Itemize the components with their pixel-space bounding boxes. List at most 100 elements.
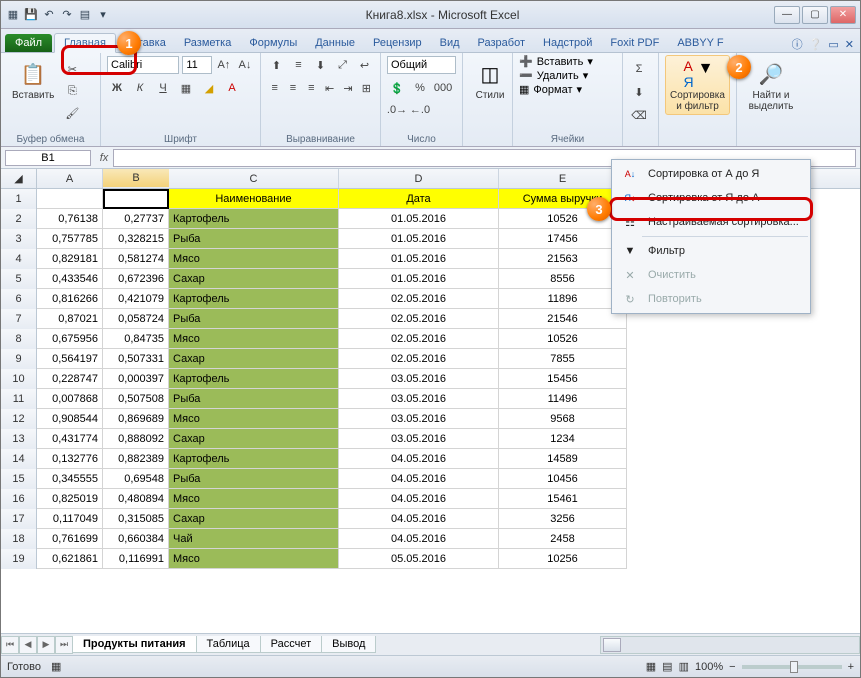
cell[interactable]: 0,829181 bbox=[37, 249, 103, 269]
sheet-tab-1[interactable]: Продукты питания bbox=[72, 636, 197, 653]
cell[interactable]: 10456 bbox=[499, 469, 627, 489]
undo-icon[interactable]: ↶ bbox=[41, 7, 57, 23]
cell[interactable]: 0,869689 bbox=[103, 409, 169, 429]
cell[interactable]: 8556 bbox=[499, 269, 627, 289]
row-header[interactable]: 9 bbox=[1, 349, 37, 369]
row-header[interactable]: 6 bbox=[1, 289, 37, 309]
cell[interactable]: 03.05.2016 bbox=[339, 389, 499, 409]
active-cell[interactable] bbox=[103, 189, 169, 209]
cell[interactable]: Мясо bbox=[169, 329, 339, 349]
cell[interactable]: 01.05.2016 bbox=[339, 269, 499, 289]
redo-icon[interactable]: ↷ bbox=[59, 7, 75, 23]
delete-cells-button[interactable]: ➖Удалить ▾ bbox=[519, 69, 588, 82]
cell[interactable]: 03.05.2016 bbox=[339, 369, 499, 389]
cell[interactable]: 10256 bbox=[499, 549, 627, 569]
row-header[interactable]: 1 bbox=[1, 189, 37, 209]
cell[interactable]: Картофель bbox=[169, 289, 339, 309]
row-header[interactable]: 17 bbox=[1, 509, 37, 529]
cell[interactable]: 0,116991 bbox=[103, 549, 169, 569]
col-header-e[interactable]: E bbox=[499, 169, 627, 188]
cell[interactable]: Рыба bbox=[169, 389, 339, 409]
underline-button[interactable]: Ч bbox=[153, 78, 173, 98]
cell[interactable]: 03.05.2016 bbox=[339, 409, 499, 429]
cell[interactable]: 0,87021 bbox=[37, 309, 103, 329]
cell[interactable]: Рыба bbox=[169, 469, 339, 489]
view-layout-icon[interactable]: ▤ bbox=[662, 660, 672, 673]
tab-file[interactable]: Файл bbox=[5, 34, 52, 52]
zoom-out-icon[interactable]: − bbox=[729, 661, 735, 673]
font-color-icon[interactable]: A bbox=[222, 78, 242, 98]
cell[interactable]: Картофель bbox=[169, 209, 339, 229]
row-header[interactable]: 3 bbox=[1, 229, 37, 249]
cell[interactable]: Чай bbox=[169, 529, 339, 549]
bold-button[interactable]: Ж bbox=[107, 78, 127, 98]
sheet-tab-4[interactable]: Вывод bbox=[321, 636, 376, 653]
cell[interactable]: 0,757785 bbox=[37, 229, 103, 249]
col-header-c[interactable]: C bbox=[169, 169, 339, 188]
cell[interactable]: 10526 bbox=[499, 329, 627, 349]
cell[interactable]: 11496 bbox=[499, 389, 627, 409]
row-header[interactable]: 19 bbox=[1, 549, 37, 569]
horizontal-scrollbar[interactable] bbox=[600, 636, 860, 654]
row-header[interactable]: 2 bbox=[1, 209, 37, 229]
cell[interactable]: 9568 bbox=[499, 409, 627, 429]
cell[interactable]: 04.05.2016 bbox=[339, 529, 499, 549]
qat-more-icon[interactable]: ▾ bbox=[95, 7, 111, 23]
cell[interactable]: Картофель bbox=[169, 449, 339, 469]
cell[interactable]: 01.05.2016 bbox=[339, 229, 499, 249]
cell[interactable]: 15461 bbox=[499, 489, 627, 509]
tab-home[interactable]: Главная bbox=[54, 33, 116, 53]
find-select-button[interactable]: 🔎 Найти и выделить bbox=[743, 55, 799, 115]
align-middle-icon[interactable]: ≡ bbox=[289, 55, 308, 75]
cell[interactable]: 02.05.2016 bbox=[339, 329, 499, 349]
tab-foxit[interactable]: Foxit PDF bbox=[601, 34, 668, 52]
cell[interactable]: 0,507508 bbox=[103, 389, 169, 409]
row-header[interactable]: 7 bbox=[1, 309, 37, 329]
orientation-icon[interactable]: ⤢ bbox=[333, 55, 352, 75]
cell[interactable]: 01.05.2016 bbox=[339, 249, 499, 269]
cell[interactable]: 1234 bbox=[499, 429, 627, 449]
styles-button[interactable]: ◫ Стили bbox=[469, 55, 511, 104]
cell[interactable]: Сахар bbox=[169, 509, 339, 529]
align-bottom-icon[interactable]: ⬇ bbox=[311, 55, 330, 75]
sheet-nav-first[interactable]: ⏮ bbox=[1, 636, 19, 654]
cell[interactable]: Рыба bbox=[169, 309, 339, 329]
format-cells-button[interactable]: ▦Формат ▾ bbox=[519, 83, 582, 96]
cell[interactable]: 04.05.2016 bbox=[339, 449, 499, 469]
cell[interactable]: 0,328215 bbox=[103, 229, 169, 249]
border-icon[interactable]: ▦ bbox=[176, 78, 196, 98]
clear-icon[interactable]: ⌫ bbox=[629, 105, 649, 125]
restore-window-icon[interactable]: ▭ bbox=[828, 38, 838, 51]
tab-data[interactable]: Данные bbox=[306, 34, 364, 52]
grow-font-icon[interactable]: A↑ bbox=[215, 55, 233, 75]
cell[interactable]: 0,007868 bbox=[37, 389, 103, 409]
fx-icon[interactable]: fx bbox=[95, 152, 113, 164]
cell[interactable]: 0,816266 bbox=[37, 289, 103, 309]
cell[interactable]: 0,132776 bbox=[37, 449, 103, 469]
tab-abbyy[interactable]: ABBYY F bbox=[668, 34, 732, 52]
col-header-d[interactable]: D bbox=[339, 169, 499, 188]
select-all-corner[interactable]: ◢ bbox=[1, 169, 37, 188]
sort-filter-button[interactable]: А Я ▼ Сортировка и фильтр bbox=[665, 55, 730, 115]
cell[interactable]: 0,84735 bbox=[103, 329, 169, 349]
view-normal-icon[interactable]: ▦ bbox=[646, 660, 656, 673]
cell[interactable]: 11896 bbox=[499, 289, 627, 309]
menu-custom-sort[interactable]: ⚏ Настраиваемая сортировка... bbox=[614, 210, 808, 234]
comma-icon[interactable]: 000 bbox=[433, 78, 453, 98]
cell[interactable]: 0,888092 bbox=[103, 429, 169, 449]
cell[interactable]: 0,433546 bbox=[37, 269, 103, 289]
cell[interactable]: Мясо bbox=[169, 249, 339, 269]
italic-button[interactable]: К bbox=[130, 78, 150, 98]
close-button[interactable]: ✕ bbox=[830, 6, 856, 24]
sheet-nav-last[interactable]: ⏭ bbox=[55, 636, 73, 654]
align-right-icon[interactable]: ≡ bbox=[304, 78, 319, 98]
col-header-b[interactable]: B bbox=[103, 169, 169, 187]
row-header[interactable]: 11 bbox=[1, 389, 37, 409]
cell[interactable]: 0,27737 bbox=[103, 209, 169, 229]
macro-record-icon[interactable]: ▦ bbox=[51, 660, 61, 673]
cell[interactable]: 0,825019 bbox=[37, 489, 103, 509]
cell[interactable]: 0,908544 bbox=[37, 409, 103, 429]
cell[interactable]: 14589 bbox=[499, 449, 627, 469]
cell[interactable]: 2458 bbox=[499, 529, 627, 549]
save-icon[interactable]: 💾 bbox=[23, 7, 39, 23]
